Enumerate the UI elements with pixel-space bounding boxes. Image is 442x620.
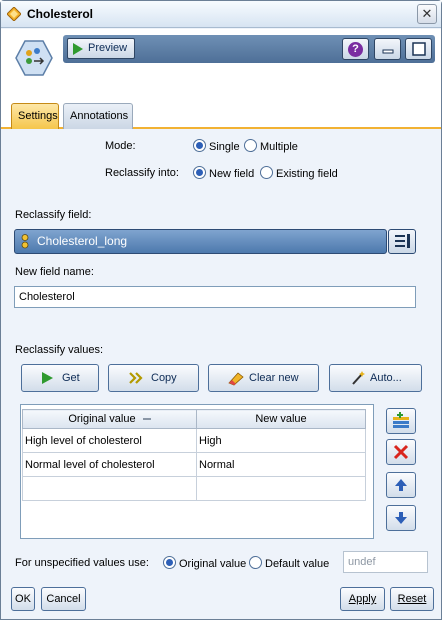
play-icon [73, 43, 83, 55]
unspecified-default-label: Default value [265, 558, 330, 570]
minimize-icon [382, 49, 393, 54]
unspecified-label: For unspecified values use: [15, 557, 149, 569]
arrow-up-icon [395, 479, 407, 491]
tab-annotations[interactable]: Annotations [63, 103, 133, 129]
unspecified-default-option[interactable]: Default value [249, 556, 329, 570]
clear-new-label: Clear new [249, 372, 299, 384]
into-existing-field-option[interactable]: Existing field [260, 166, 338, 180]
eraser-icon [228, 372, 244, 386]
original-value-cell[interactable] [22, 476, 197, 501]
help-icon: ? [348, 42, 363, 57]
maximize-icon [411, 42, 426, 56]
reset-button[interactable]: Reset [390, 587, 434, 611]
original-value-cell[interactable]: High level of cholesterol [22, 428, 197, 453]
settings-panel: Mode: Single Multiple Reclassify into: N… [1, 131, 441, 581]
table-row[interactable]: High level of cholesterol High [22, 428, 366, 453]
reclassify-node-icon [15, 40, 53, 76]
ok-button[interactable]: OK [11, 587, 35, 611]
new-value-cell[interactable] [196, 476, 366, 501]
sort-indicator-icon [142, 418, 151, 421]
mode-multiple-option[interactable]: Multiple [244, 139, 298, 153]
tab-bar: Settings Annotations [1, 101, 441, 129]
into-new-field-label: New field [209, 168, 255, 180]
mode-multiple-label: Multiple [260, 141, 298, 153]
double-chevron-icon [129, 372, 143, 384]
auto-label: Auto... [370, 372, 402, 384]
table-row[interactable]: Normal level of cholesterol Normal [22, 452, 366, 477]
radio-single[interactable] [193, 139, 206, 152]
reclassify-values-label: Reclassify values: [15, 344, 104, 356]
minimize-button[interactable] [374, 38, 401, 60]
window-title: Cholesterol [27, 7, 94, 21]
reclassify-field-value: Cholesterol_long [37, 234, 128, 248]
preview-label: Preview [88, 42, 128, 54]
mode-label: Mode: [105, 140, 136, 152]
new-value-cell[interactable]: Normal [196, 452, 366, 477]
reclassify-field-label: Reclassify field: [15, 209, 92, 221]
wand-icon [352, 371, 365, 385]
reclassify-dialog: Cholesterol ✕ Preview ? Settings Annotat… [0, 0, 442, 620]
original-value-header[interactable]: Original value [22, 409, 197, 429]
field-picker-button[interactable] [388, 229, 416, 254]
mode-single-label: Single [209, 141, 240, 153]
values-table: Original value New value High level of c… [20, 404, 374, 539]
copy-label: Copy [151, 372, 177, 384]
insert-rows-icon [393, 412, 409, 428]
auto-button[interactable]: Auto... [329, 364, 422, 392]
play-icon [42, 372, 53, 384]
reclassify-field-select[interactable]: Cholesterol_long [14, 229, 387, 254]
copy-button[interactable]: Copy [108, 364, 199, 392]
mode-single-option[interactable]: Single [193, 139, 240, 153]
maximize-button[interactable] [405, 38, 432, 60]
delete-x-icon [393, 444, 409, 460]
get-label: Get [62, 372, 80, 384]
into-new-field-option[interactable]: New field [193, 166, 254, 180]
apply-label: Apply [348, 593, 377, 605]
arrow-down-icon [395, 512, 407, 524]
tab-settings[interactable]: Settings [11, 103, 59, 129]
close-window-button[interactable]: ✕ [417, 4, 437, 24]
new-field-name-input[interactable]: Cholesterol [14, 286, 416, 308]
table-row[interactable] [22, 476, 366, 501]
insert-row-button[interactable] [386, 408, 416, 434]
original-value-cell[interactable]: Normal level of cholesterol [22, 452, 197, 477]
new-value-cell[interactable]: High [196, 428, 366, 453]
new-value-header[interactable]: New value [196, 409, 366, 429]
field-list-icon [395, 234, 410, 248]
preview-button[interactable]: Preview [67, 38, 135, 59]
app-diamond-icon [7, 7, 21, 21]
radio-new-field[interactable] [193, 166, 206, 179]
radio-default-value[interactable] [249, 556, 262, 569]
get-button[interactable]: Get [21, 364, 99, 392]
unspecified-original-label: Original value [179, 558, 247, 570]
reset-label: Reset [397, 593, 427, 605]
delete-row-button[interactable] [386, 439, 416, 465]
radio-existing-field[interactable] [260, 166, 273, 179]
ordinal-field-icon [21, 234, 29, 249]
default-value-input[interactable]: undef [343, 551, 428, 573]
original-value-header-label: Original value [68, 413, 136, 425]
unspecified-original-option[interactable]: Original value [163, 556, 246, 570]
move-down-button[interactable] [386, 505, 416, 531]
toolbar-area: Preview ? [1, 29, 441, 101]
apply-button[interactable]: Apply [340, 587, 385, 611]
into-existing-field-label: Existing field [276, 168, 338, 180]
radio-original-value[interactable] [163, 556, 176, 569]
toolbar-strip: Preview ? [63, 35, 435, 63]
move-up-button[interactable] [386, 472, 416, 498]
cancel-button[interactable]: Cancel [41, 587, 86, 611]
new-field-name-label: New field name: [15, 266, 94, 278]
title-bar: Cholesterol ✕ [1, 1, 441, 28]
reclassify-into-label: Reclassify into: [105, 167, 179, 179]
help-button[interactable]: ? [342, 38, 369, 60]
radio-multiple[interactable] [244, 139, 257, 152]
clear-new-button[interactable]: Clear new [208, 364, 319, 392]
